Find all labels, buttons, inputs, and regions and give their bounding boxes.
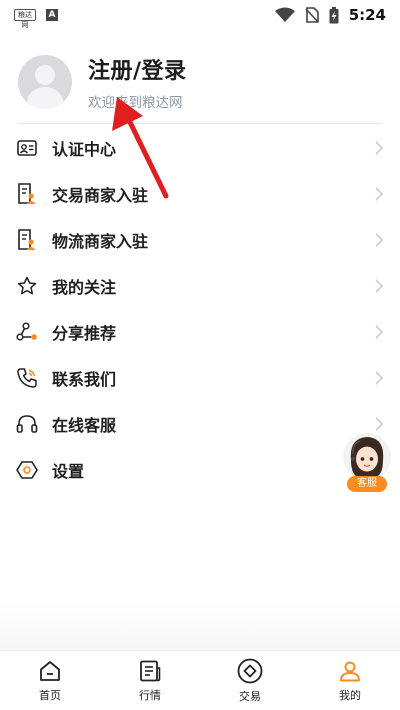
tab-home[interactable]: 首页 <box>0 651 100 710</box>
menu-item-label: 联系我们 <box>52 370 117 389</box>
chevron-right-icon <box>374 324 384 340</box>
no-sim-icon <box>305 7 319 23</box>
avatar-body <box>27 87 63 109</box>
merchant-doc-icon <box>16 229 38 251</box>
headset-icon <box>16 413 38 435</box>
menu-item-label: 分享推荐 <box>52 324 117 343</box>
app-logo-icon: 粮达网 <box>14 9 36 29</box>
menu-item-label: 交易商家入驻 <box>52 186 149 205</box>
share-icon <box>16 321 38 343</box>
menu-item-my-follows[interactable]: 我的关注 <box>0 263 400 309</box>
customer-service-avatar-icon <box>343 433 391 482</box>
chevron-right-icon <box>374 140 384 156</box>
menu-item-label: 物流商家入驻 <box>52 232 149 251</box>
tab-label: 交易 <box>239 689 261 703</box>
star-icon <box>16 275 38 297</box>
avatar[interactable] <box>18 55 72 109</box>
chevron-right-icon <box>374 278 384 294</box>
welcome-text: 欢迎来到粮达网 <box>88 95 183 111</box>
menu-item-contact-us[interactable]: 联系我们 <box>0 355 400 401</box>
tab-label: 我的 <box>339 688 361 702</box>
user-icon <box>340 661 360 681</box>
menu-item-certification[interactable]: 认证中心 <box>0 125 400 171</box>
chevron-right-icon <box>374 416 384 432</box>
id-card-icon <box>16 137 38 159</box>
wifi-icon <box>274 7 295 22</box>
menu-item-label: 设置 <box>52 462 85 481</box>
phone-icon <box>16 367 38 389</box>
customer-service-float-button[interactable]: 客服 <box>340 432 394 492</box>
a-notification-icon: A <box>46 9 58 21</box>
menu-item-label: 认证中心 <box>52 140 117 159</box>
menu-item-label: 在线客服 <box>52 416 117 435</box>
divider <box>18 123 382 124</box>
bottom-tab-bar: 首页 行情 交易 我的 <box>0 650 400 710</box>
menu-item-label: 我的关注 <box>52 278 117 297</box>
bottom-fade <box>0 600 400 650</box>
chevron-right-icon <box>374 186 384 202</box>
chevron-right-icon <box>374 232 384 248</box>
status-left: 粮达网 A <box>14 9 58 29</box>
register-login-link[interactable]: 注册/登录 <box>88 53 187 85</box>
home-icon <box>40 660 60 681</box>
news-icon <box>140 660 161 681</box>
tab-mine[interactable]: 我的 <box>300 651 400 710</box>
menu-item-logistics-merchant[interactable]: 物流商家入驻 <box>0 217 400 263</box>
profile-text: 注册/登录 欢迎来到粮达网 <box>88 53 187 111</box>
tab-label: 行情 <box>139 688 161 702</box>
tab-trade[interactable]: 交易 <box>200 651 300 710</box>
battery-charging-icon <box>329 6 339 23</box>
status-right: 5:24 <box>274 6 386 24</box>
menu-item-share[interactable]: 分享推荐 <box>0 309 400 355</box>
tab-market[interactable]: 行情 <box>100 651 200 710</box>
avatar-head <box>35 65 55 85</box>
settings-hexagon-icon <box>16 459 38 481</box>
trade-target-icon <box>237 658 263 683</box>
profile-header[interactable]: 注册/登录 欢迎来到粮达网 <box>0 40 400 124</box>
tab-label: 首页 <box>39 688 61 702</box>
menu-item-trade-merchant[interactable]: 交易商家入驻 <box>0 171 400 217</box>
status-time: 5:24 <box>348 6 386 24</box>
chevron-right-icon <box>374 370 384 386</box>
customer-service-label: 客服 <box>347 476 387 492</box>
merchant-doc-icon <box>16 183 38 205</box>
status-bar: 粮达网 A 5:24 <box>0 0 400 30</box>
